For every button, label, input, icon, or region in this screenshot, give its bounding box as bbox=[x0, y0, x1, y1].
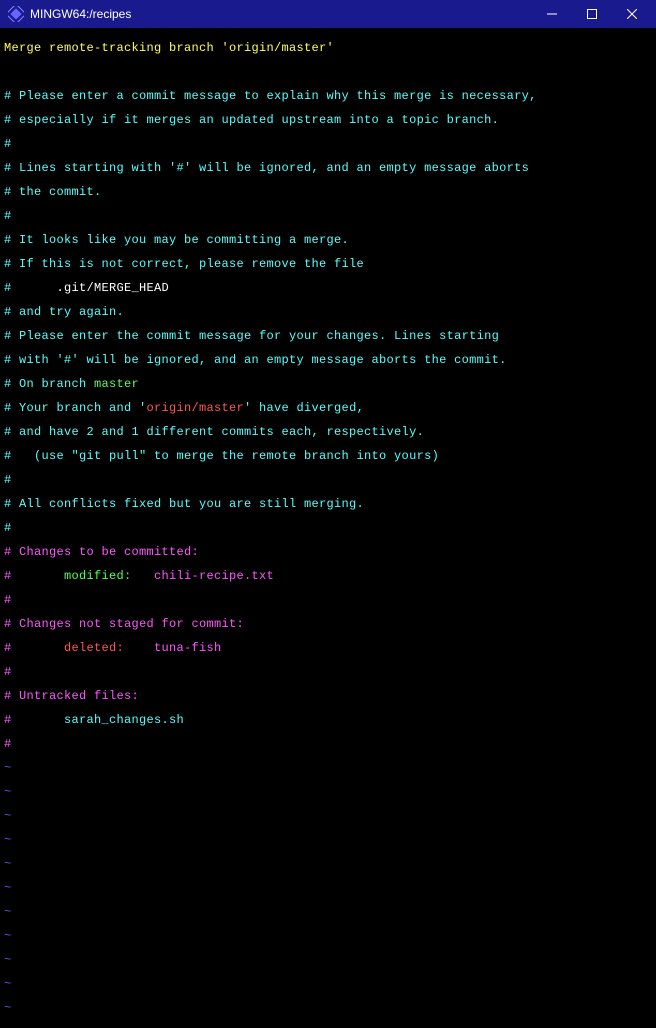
merge-head-path: .git/MERGE_HEAD bbox=[57, 281, 170, 295]
comment-line: # bbox=[4, 137, 12, 151]
minimize-icon bbox=[547, 9, 557, 19]
vim-tilde: ~ bbox=[4, 833, 12, 847]
comment-line: # Your branch and ' bbox=[4, 401, 147, 415]
vim-tilde: ~ bbox=[4, 929, 12, 943]
comment-line: # the commit. bbox=[4, 185, 102, 199]
window-title: MINGW64:/recipes bbox=[30, 7, 131, 21]
vim-tilde: ~ bbox=[4, 761, 12, 775]
minimize-button[interactable] bbox=[532, 0, 572, 28]
status-deleted: deleted: bbox=[64, 641, 154, 655]
vim-tilde: ~ bbox=[4, 857, 12, 871]
close-button[interactable] bbox=[612, 0, 652, 28]
window-controls bbox=[532, 0, 652, 28]
comment-line: # bbox=[4, 209, 12, 223]
comment-line: # and try again. bbox=[4, 305, 124, 319]
comment-line: ' have diverged, bbox=[244, 401, 364, 415]
comment-prefix: # bbox=[4, 713, 64, 727]
maximize-icon bbox=[587, 9, 597, 19]
comment-line: # with '#' will be ignored, and an empty… bbox=[4, 353, 507, 367]
titlebar: MINGW64:/recipes bbox=[0, 0, 656, 28]
commit-message-line: Merge remote-tracking branch 'origin/mas… bbox=[4, 41, 334, 55]
branch-name: master bbox=[94, 377, 139, 391]
vim-tilde: ~ bbox=[4, 977, 12, 991]
comment-line: # bbox=[4, 521, 12, 535]
comment-line: # Please enter a commit message to expla… bbox=[4, 89, 537, 103]
comment-line: # bbox=[4, 593, 12, 607]
vim-tilde: ~ bbox=[4, 881, 12, 895]
git-bash-icon bbox=[8, 6, 24, 22]
comment-line: # All conflicts fixed but you are still … bbox=[4, 497, 364, 511]
vim-tilde: ~ bbox=[4, 809, 12, 823]
file-name: chili-recipe.txt bbox=[154, 569, 274, 583]
comment-line: # bbox=[4, 665, 12, 679]
comment-line: # bbox=[4, 473, 12, 487]
file-name: sarah_changes.sh bbox=[64, 713, 184, 727]
remote-branch: origin/master bbox=[147, 401, 245, 415]
comment-line: # If this is not correct, please remove … bbox=[4, 257, 364, 271]
vim-tilde: ~ bbox=[4, 953, 12, 967]
file-name: tuna-fish bbox=[154, 641, 222, 655]
vim-tilde: ~ bbox=[4, 785, 12, 799]
comment-line: # and have 2 and 1 different commits eac… bbox=[4, 425, 424, 439]
section-header: # Changes to be committed: bbox=[4, 545, 199, 559]
vim-tilde: ~ bbox=[4, 905, 12, 919]
comment-line: # (use "git pull" to merge the remote br… bbox=[4, 449, 439, 463]
section-header: # Untracked files: bbox=[4, 689, 139, 703]
comment-line: # It looks like you may be committing a … bbox=[4, 233, 349, 247]
comment-prefix: # bbox=[4, 569, 64, 583]
comment-line: # Please enter the commit message for yo… bbox=[4, 329, 499, 343]
terminal-editor[interactable]: Merge remote-tracking branch 'origin/mas… bbox=[0, 28, 656, 1028]
maximize-button[interactable] bbox=[572, 0, 612, 28]
comment-line: # Lines starting with '#' will be ignore… bbox=[4, 161, 529, 175]
close-icon bbox=[627, 9, 637, 19]
section-header: # Changes not staged for commit: bbox=[4, 617, 244, 631]
status-modified: modified: bbox=[64, 569, 154, 583]
comment-prefix: # bbox=[4, 641, 64, 655]
vim-tilde: ~ bbox=[4, 1001, 12, 1015]
titlebar-left: MINGW64:/recipes bbox=[4, 6, 131, 22]
comment-line: # On branch bbox=[4, 377, 94, 391]
comment-line: # bbox=[4, 281, 57, 295]
comment-line: # especially if it merges an updated ups… bbox=[4, 113, 499, 127]
comment-line: # bbox=[4, 737, 12, 751]
